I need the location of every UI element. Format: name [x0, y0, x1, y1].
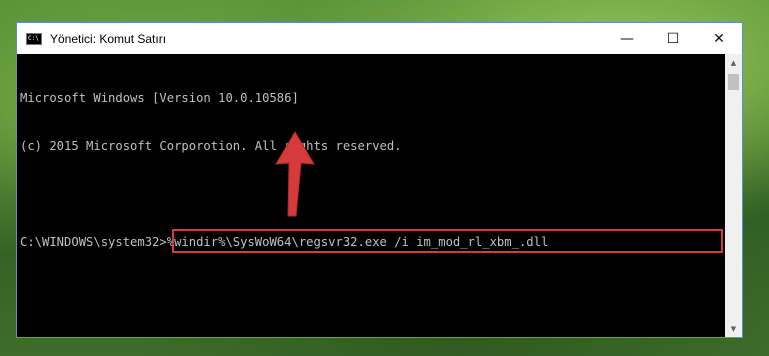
- prompt-line: C:\WINDOWS\system32>%windir%\SysWoW64\re…: [20, 229, 725, 253]
- close-button[interactable]: ✕: [696, 23, 742, 54]
- scroll-up-icon[interactable]: ▲: [725, 54, 742, 71]
- minimize-button[interactable]: —: [604, 23, 650, 54]
- title-bar[interactable]: C:\ Yönetici: Komut Satırı — ☐ ✕: [17, 23, 742, 54]
- scroll-down-icon[interactable]: ▼: [725, 320, 742, 337]
- prompt-text: C:\WINDOWS\system32>: [20, 235, 167, 249]
- window-controls: — ☐ ✕: [604, 23, 742, 54]
- scrollbar-thumb[interactable]: [728, 74, 739, 90]
- window-title: Yönetici: Komut Satırı: [50, 31, 167, 46]
- maximize-button[interactable]: ☐: [650, 23, 696, 54]
- console-line: Microsoft Windows [Version 10.0.10586]: [20, 91, 299, 105]
- red-arrow-icon: [275, 131, 315, 217]
- vertical-scrollbar[interactable]: ▲ ▼: [725, 54, 742, 337]
- console-line: (c) 2015 Microsoft Corporotion. All righ…: [20, 139, 402, 153]
- cmd-app-icon: C:\: [26, 32, 42, 45]
- console-output[interactable]: Microsoft Windows [Version 10.0.10586] (…: [17, 54, 725, 337]
- command-prompt-window: C:\ Yönetici: Komut Satırı — ☐ ✕ Microso…: [16, 22, 743, 338]
- command-highlight-box: [172, 229, 723, 253]
